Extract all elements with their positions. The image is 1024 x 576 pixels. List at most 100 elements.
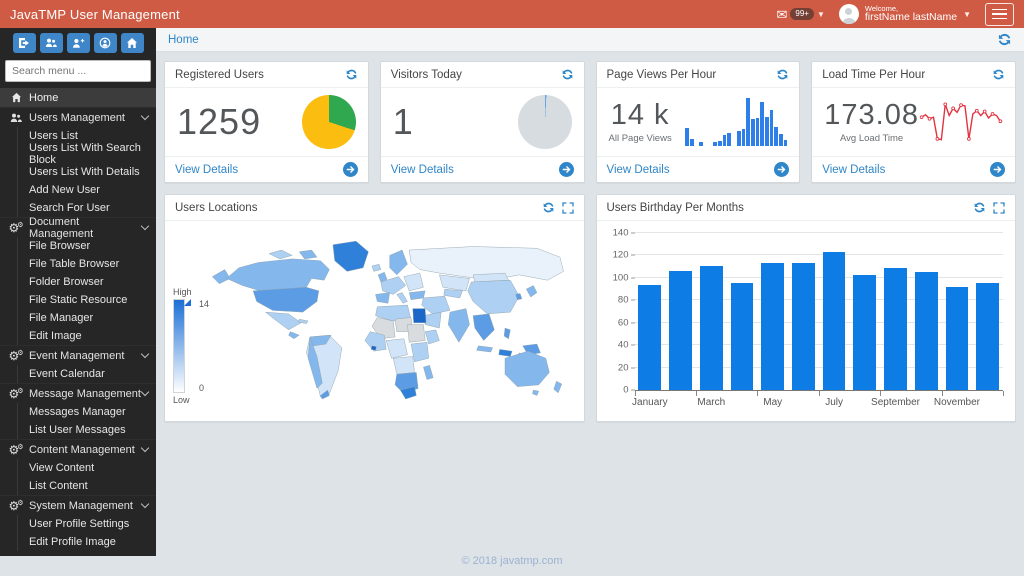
sidebar-item-folder-browser[interactable]: Folder Browser [18, 273, 156, 291]
sidebar-section-users-management[interactable]: Users Management [0, 107, 156, 127]
breadcrumb: Home [156, 28, 1024, 52]
sidebar-section-label: Event Management [29, 350, 124, 362]
hamburger-menu-button[interactable] [985, 3, 1014, 26]
arrow-right-circle-icon [774, 162, 789, 177]
sidebar-item-user-profile-settings[interactable]: User Profile Settings [18, 515, 156, 533]
refresh-icon [992, 68, 1005, 81]
stat-value: 14 k [611, 101, 670, 130]
chevron-down-icon [141, 350, 149, 358]
world-map-svg [207, 225, 580, 417]
sign-out-button[interactable] [13, 33, 36, 53]
gears-icon: ⚙⚙ [8, 350, 24, 362]
bar [823, 252, 846, 390]
sidebar-item-users-list-with-search-block[interactable]: Users List With Search Block [18, 145, 156, 163]
refresh-button[interactable] [345, 68, 358, 81]
card-visitors-today: Visitors Today 1 View Details [380, 61, 585, 183]
sidebar-search-input[interactable] [5, 60, 151, 82]
sidebar-item-file-manager[interactable]: File Manager [18, 309, 156, 327]
sidebar-item-view-content[interactable]: View Content [18, 459, 156, 477]
bar [669, 271, 692, 390]
legend-high-label: High [173, 287, 207, 297]
page-refresh-button[interactable] [997, 32, 1012, 47]
sidebar-item-users-list-with-details[interactable]: Users List With Details [18, 163, 156, 181]
load-time-sparkline-chart [919, 94, 1003, 150]
view-details-link[interactable]: View Details [175, 164, 238, 176]
details-arrow-button[interactable] [774, 162, 789, 177]
sidebar-item-add-new-user[interactable]: Add New User [18, 181, 156, 199]
refresh-button[interactable] [542, 201, 555, 214]
sidebar-item-messages-manager[interactable]: Messages Manager [18, 403, 156, 421]
sidebar-item-edit-image[interactable]: Edit Image [18, 327, 156, 345]
user-plus-icon [72, 37, 85, 49]
sidebar-section-content-management[interactable]: ⚙⚙Content Management [0, 439, 156, 459]
sidebar-item-home[interactable]: Home [0, 88, 156, 107]
breadcrumb-home-link[interactable]: Home [168, 34, 199, 46]
support-button[interactable] [94, 33, 117, 53]
world-map[interactable] [207, 225, 580, 417]
home-button[interactable] [121, 33, 144, 53]
sidebar-item-edit-profile-image[interactable]: Edit Profile Image [18, 533, 156, 551]
user-circle-icon [99, 37, 111, 49]
chevron-down-icon [141, 112, 149, 120]
sidebar-section-system-management[interactable]: ⚙⚙System Management [0, 495, 156, 515]
chevron-down-icon: ▼ [817, 10, 825, 19]
bar [731, 283, 754, 390]
sidebar-item-list-user-messages[interactable]: List User Messages [18, 421, 156, 439]
sidebar-subitems: View ContentList Content [17, 459, 156, 495]
details-arrow-button[interactable] [559, 162, 574, 177]
expand-button[interactable] [562, 202, 574, 214]
bar [884, 268, 907, 390]
app-title: JavaTMP User Management [0, 7, 180, 22]
stat-cards-row: Registered Users 1259 View Details [164, 61, 1016, 183]
stat-value: 1259 [177, 104, 261, 140]
refresh-button[interactable] [973, 201, 986, 214]
sidebar-section-message-management[interactable]: ⚙⚙Message Management [0, 383, 156, 403]
x-axis-label: September [871, 397, 920, 408]
birthday-bar-chart: 020406080100120140 JanuaryMarchMayJulySe… [605, 225, 1008, 417]
add-user-button[interactable] [67, 33, 90, 53]
panels-row: Users Locations High [164, 194, 1016, 422]
expand-button[interactable] [993, 202, 1005, 214]
sidebar-item-event-calendar[interactable]: Event Calendar [18, 365, 156, 383]
sidebar-item-search-for-user[interactable]: Search For User [18, 199, 156, 217]
sidebar: Home Users ManagementUsers ListUsers Lis… [0, 28, 156, 556]
bar [792, 263, 815, 390]
y-axis-tick: 100 [613, 272, 629, 283]
sidebar-subitems: File BrowserFile Table BrowserFolder Bro… [17, 237, 156, 345]
users-button[interactable] [40, 33, 63, 53]
details-arrow-button[interactable] [343, 162, 358, 177]
sidebar-menu-sections: Users ManagementUsers ListUsers List Wit… [0, 107, 156, 551]
details-arrow-button[interactable] [990, 162, 1005, 177]
sidebar-section-event-management[interactable]: ⚙⚙ Event Management [0, 345, 156, 365]
view-details-link[interactable]: View Details [607, 164, 670, 176]
chevron-down-icon [141, 388, 149, 396]
y-axis-tick: 0 [623, 385, 628, 396]
refresh-icon [561, 68, 574, 81]
user-menu[interactable]: Welcome, firstName lastName ▼ [839, 4, 971, 24]
card-title: Visitors Today [391, 69, 462, 81]
sidebar-item-file-static-resource[interactable]: File Static Resource [18, 291, 156, 309]
avatar [839, 4, 859, 24]
messages-dropdown[interactable]: ✉ 99+ ▼ [776, 8, 824, 21]
refresh-button[interactable] [776, 68, 789, 81]
refresh-button[interactable] [992, 68, 1005, 81]
arrow-right-circle-icon [343, 162, 358, 177]
sidebar-item-list-content[interactable]: List Content [18, 477, 156, 495]
users-icon [8, 112, 24, 124]
card-registered-users: Registered Users 1259 View Details [164, 61, 369, 183]
view-details-link[interactable]: View Details [822, 164, 885, 176]
sidebar-subitems: Event Calendar [17, 365, 156, 383]
page-views-mini-bar-chart [685, 98, 787, 146]
sidebar-section-label: Document Management [29, 216, 142, 240]
chevron-down-icon: ▼ [963, 10, 971, 19]
arrow-right-circle-icon [990, 162, 1005, 177]
map-scale-legend: High Low 14 0 [173, 287, 207, 405]
bar [853, 275, 876, 391]
refresh-button[interactable] [561, 68, 574, 81]
sidebar-item-file-table-browser[interactable]: File Table Browser [18, 255, 156, 273]
view-details-link[interactable]: View Details [391, 164, 454, 176]
stat-subtitle: All Page Views [609, 133, 672, 144]
panel-birthday-chart: Users Birthday Per Months 0204 [596, 194, 1017, 422]
sidebar-item-file-browser[interactable]: File Browser [18, 237, 156, 255]
sidebar-section-document-management[interactable]: ⚙⚙Document Management [0, 217, 156, 237]
